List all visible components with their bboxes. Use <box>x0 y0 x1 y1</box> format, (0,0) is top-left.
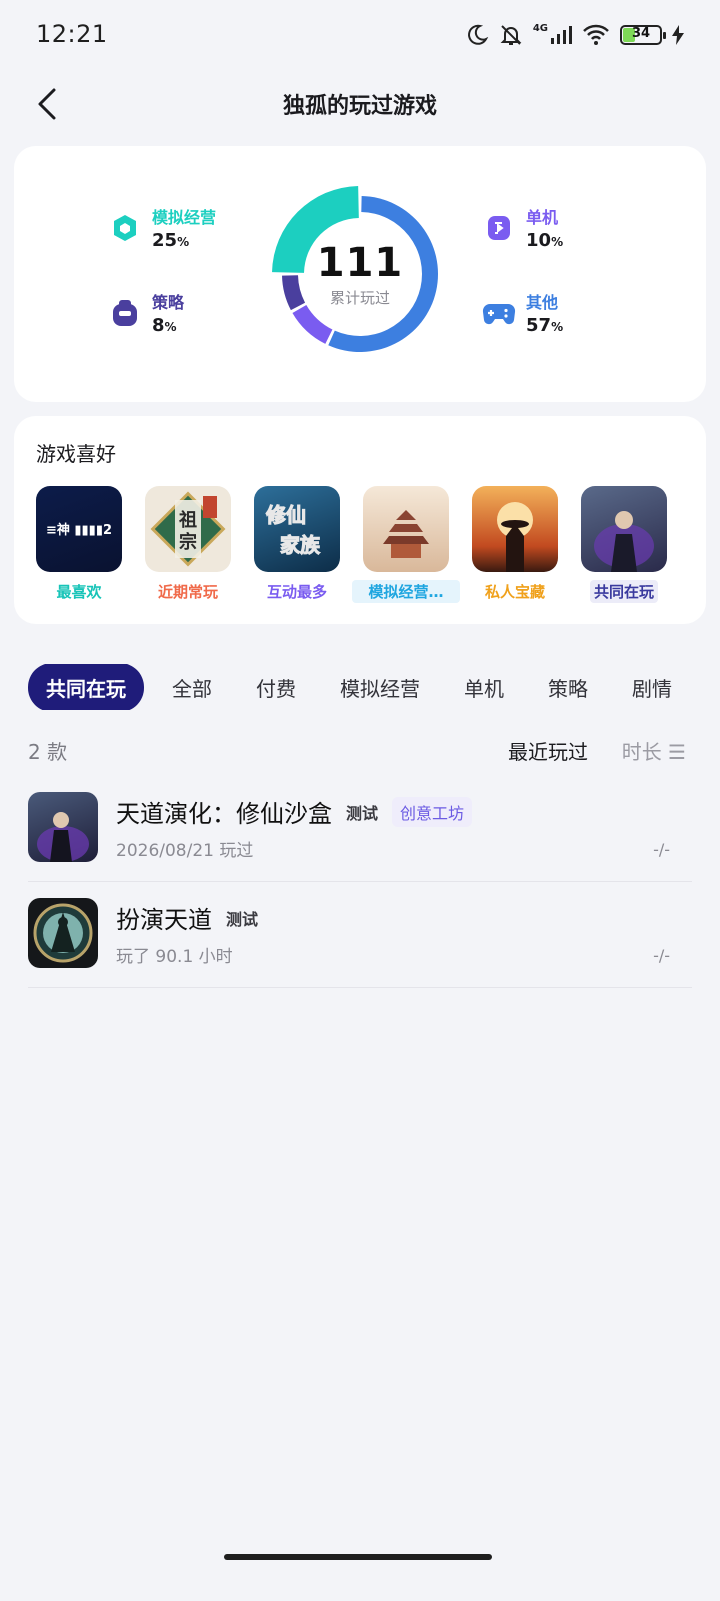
preference-card: 游戏喜好 ≡神 ▮▮▮▮2 最喜欢 祖宗 近期常玩 修仙家族 互动最多 模拟经营… <box>14 416 706 624</box>
stat-number: 8 <box>152 315 165 336</box>
stat-unit: % <box>551 235 564 249</box>
stat-number: 57 <box>526 315 552 336</box>
list-meta: 2 款 最近玩过 时长 ☰ <box>28 736 692 766</box>
game-cover-icon: 祖宗 <box>145 486 231 572</box>
game-title: 扮演天道 测试 <box>116 900 258 935</box>
stat-unit: % <box>551 320 564 334</box>
game-row[interactable]: 扮演天道 测试 玩了 90.1 小时 -/- <box>28 880 692 988</box>
stat-strategy[interactable]: 策略 8% <box>108 289 184 336</box>
stat-other[interactable]: 其他 57% <box>482 289 563 336</box>
preference-list: ≡神 ▮▮▮▮2 最喜欢 祖宗 近期常玩 修仙 家族 互动最多 模拟经营… 私人… <box>14 486 706 606</box>
preference-item[interactable]: 私人宝藏 <box>460 486 570 607</box>
preference-tag: 互动最多 <box>266 583 327 601</box>
stat-number: 25 <box>152 230 178 251</box>
page-title: 独孤的玩过游戏 <box>282 94 437 119</box>
game-row[interactable]: 天道演化：修仙沙盒 测试 创意工坊 2026/08/21 玩过 -/- <box>28 774 692 882</box>
tab-simulation[interactable]: 模拟经营 <box>340 673 420 702</box>
game-right-info: -/- <box>653 840 670 859</box>
stat-value: 8% <box>152 315 184 336</box>
strategy-icon <box>108 296 142 330</box>
stat-value: 10% <box>526 230 563 251</box>
sort-duration-button[interactable]: 时长 ☰ <box>622 736 686 765</box>
total-label: 累计玩过 <box>329 288 390 307</box>
stat-name: 策略 <box>152 293 185 312</box>
game-cover-icon <box>581 486 667 572</box>
game-icon <box>28 898 98 968</box>
total-count: 111 <box>316 239 404 286</box>
filter-tabs: 共同在玩 全部 付费 模拟经营 单机 策略 剧情 <box>28 664 720 710</box>
sort-recent-button[interactable]: 最近玩过 <box>508 736 588 765</box>
game-count: 2 款 <box>28 740 68 764</box>
svg-text:修仙: 修仙 <box>265 503 306 527</box>
preference-item[interactable]: 修仙家族 互动最多 <box>242 486 352 607</box>
single-player-icon <box>482 211 516 245</box>
svg-text:宗: 宗 <box>179 531 197 553</box>
stat-single-player[interactable]: 单机 10% <box>482 204 563 251</box>
preference-item[interactable]: 共同在玩 <box>569 486 679 607</box>
stat-value: 57% <box>526 315 563 336</box>
game-subtitle: 玩了 90.1 小时 <box>116 947 233 967</box>
preference-tag: 近期常玩 <box>157 583 218 601</box>
preference-tag: 模拟经营… <box>352 580 460 603</box>
svg-text:家族: 家族 <box>280 533 321 557</box>
charging-icon <box>672 25 684 45</box>
status-time: 12:21 <box>36 20 108 48</box>
preference-item[interactable]: 祖宗 近期常玩 <box>133 486 243 607</box>
stat-unit: % <box>177 235 190 249</box>
simulation-icon <box>108 211 142 245</box>
tab-paid[interactable]: 付费 <box>256 673 296 702</box>
stats-card: 模拟经营 25% 策略 8% 单机 10% 其他 57% 111 累计玩过 <box>14 146 706 402</box>
tab-all[interactable]: 全部 <box>172 673 212 702</box>
tab-playing-together[interactable]: 共同在玩 <box>28 664 144 710</box>
game-name: 扮演天道 <box>116 906 212 934</box>
network-type: 4G <box>532 22 548 34</box>
game-cover-icon <box>363 486 449 572</box>
tab-single-player[interactable]: 单机 <box>464 673 504 702</box>
stat-value: 25% <box>152 230 216 251</box>
stat-name: 模拟经营 <box>152 208 217 227</box>
home-indicator[interactable] <box>224 1554 492 1560</box>
preference-tag: 最喜欢 <box>56 583 102 601</box>
stat-simulation[interactable]: 模拟经营 25% <box>108 204 216 251</box>
workshop-badge: 创意工坊 <box>392 796 473 827</box>
stat-number: 10 <box>526 230 552 251</box>
moon-icon <box>467 24 489 45</box>
game-cover-icon: 修仙家族 <box>254 486 340 572</box>
test-badge: 测试 <box>226 909 259 929</box>
battery-icon: 34 <box>620 25 666 45</box>
game-right-info: -/- <box>653 946 670 965</box>
game-subtitle: 2026/08/21 玩过 <box>116 841 254 861</box>
bell-muted-icon <box>500 25 522 45</box>
game-cover-icon: ≡神 ▮▮▮▮2 <box>36 486 122 572</box>
test-badge: 测试 <box>346 803 379 823</box>
svg-text:祖: 祖 <box>178 509 197 531</box>
preference-item[interactable]: ≡神 ▮▮▮▮2 最喜欢 <box>24 486 134 607</box>
status-icons: 4G 34 <box>465 20 684 50</box>
stat-unit: % <box>164 320 177 334</box>
game-icon <box>28 792 98 862</box>
signal-icon <box>551 26 572 44</box>
donut-center: 111 累计玩过 <box>268 182 452 366</box>
game-name: 天道演化：修仙沙盒 <box>116 800 332 828</box>
battery-level: 34 <box>631 26 651 41</box>
preference-tag: 共同在玩 <box>589 580 658 603</box>
status-bar: 12:21 4G 34 <box>0 0 720 70</box>
preference-item[interactable]: 模拟经营… <box>351 486 461 607</box>
svg-text:≡神 ▮▮▮▮2: ≡神 ▮▮▮▮2 <box>46 522 112 538</box>
game-cover-icon <box>472 486 558 572</box>
preference-title: 游戏喜好 <box>36 442 116 466</box>
preference-tag: 私人宝藏 <box>484 583 545 601</box>
header: 独孤的玩过游戏 <box>0 72 720 136</box>
tab-strategy[interactable]: 策略 <box>548 673 588 702</box>
gamepad-icon <box>482 296 516 330</box>
game-title: 天道演化：修仙沙盒 测试 创意工坊 <box>116 794 473 829</box>
stat-name: 其他 <box>526 293 559 312</box>
tab-story[interactable]: 剧情 <box>632 673 672 702</box>
stat-name: 单机 <box>526 208 559 227</box>
wifi-icon <box>583 24 609 45</box>
